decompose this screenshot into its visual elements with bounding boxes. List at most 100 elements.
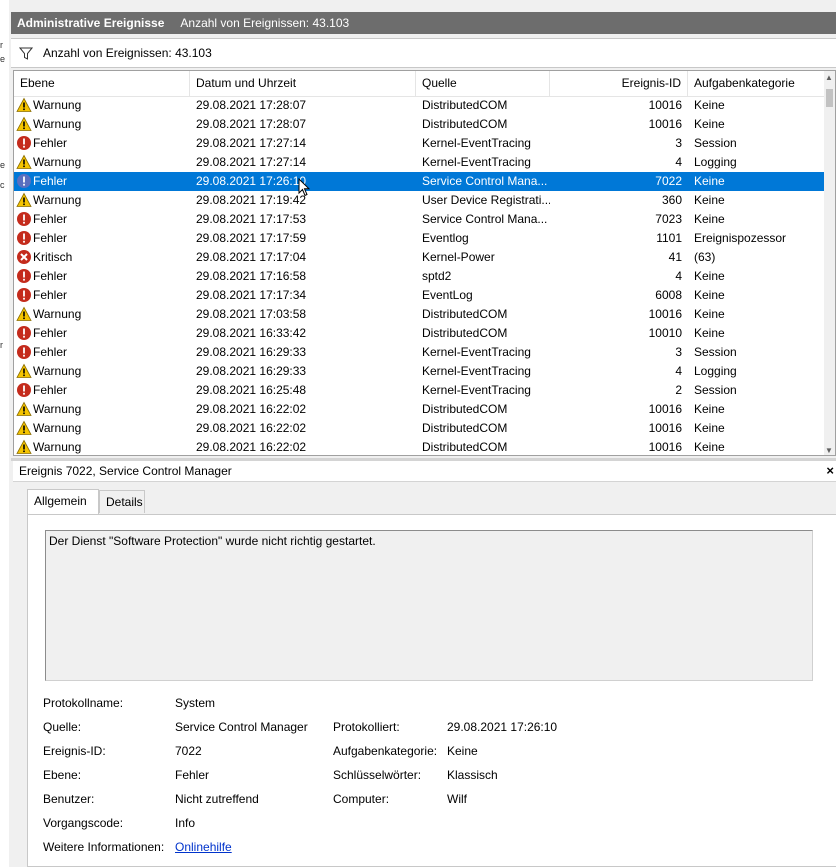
event-row[interactable]: Fehler 29.08.2021 16:29:33 Kernel-EventTra… (14, 343, 826, 362)
event-source: Eventlog (422, 231, 469, 245)
event-row[interactable]: Fehler 29.08.2021 17:17:59 Eventlog 1101 Ere… (14, 229, 826, 248)
event-date: 29.08.2021 16:22:02 (196, 440, 307, 454)
event-id: 7022 (655, 174, 682, 188)
warning-icon (16, 363, 33, 378)
event-level-text: Fehler (33, 269, 68, 283)
warning-icon (16, 116, 33, 131)
event-row[interactable]: Fehler 29.08.2021 16:25:48 Kernel-EventTra… (14, 381, 826, 400)
error-icon (16, 288, 33, 302)
event-source: DistributedCOM (422, 307, 508, 321)
event-id: 4 (675, 155, 682, 169)
tab-allgemein[interactable]: Allgemein (27, 489, 99, 514)
source-label: Quelle: (43, 720, 82, 734)
event-list-scrollbar[interactable]: ▲ ▼ (824, 71, 835, 455)
event-date: 29.08.2021 17:16:58 (196, 269, 307, 283)
event-row[interactable]: Warnung 29.08.2021 17:28:07 DistributedCOM… (14, 115, 826, 134)
scroll-up-icon[interactable]: ▲ (825, 73, 833, 82)
column-header-category[interactable]: Aufgabenkategorie (688, 71, 826, 96)
event-id: 3 (675, 345, 682, 359)
event-row[interactable]: Warnung 29.08.2021 17:27:14 Kernel-EventTr… (14, 153, 826, 172)
event-row[interactable]: Warnung 29.08.2021 16:29:33 Kernel-EventTr… (14, 362, 826, 381)
event-row[interactable]: Fehler 29.08.2021 17:16:58 sptd2 4 Keine (14, 267, 826, 286)
event-level: Fehler (16, 343, 188, 362)
event-row[interactable]: Fehler 29.08.2021 17:17:53 Service Control… (14, 210, 826, 229)
event-level: Fehler (16, 172, 188, 191)
event-date: 29.08.2021 17:28:07 (196, 98, 307, 112)
event-level-text: Fehler (33, 136, 68, 150)
filter-icon[interactable] (19, 47, 33, 60)
event-row[interactable]: Fehler 29.08.2021 17:26:10 Service Control… (14, 172, 826, 191)
warning-icon (16, 439, 33, 454)
event-row[interactable]: Warnung 29.08.2021 17:19:42 User Device Re… (14, 191, 826, 210)
event-level-text: Warnung (33, 98, 82, 112)
event-level-text: Fehler (33, 231, 68, 245)
online-help-link[interactable]: Onlinehilfe (175, 837, 232, 857)
event-category: Keine (694, 212, 725, 226)
warning-icon (16, 306, 33, 321)
event-level-text: Fehler (33, 288, 68, 302)
event-level-text: Fehler (33, 174, 68, 188)
event-row[interactable]: Fehler 29.08.2021 16:33:42 DistributedCOM 1… (14, 324, 826, 343)
event-row[interactable]: Fehler 29.08.2021 17:27:14 Kernel-EventTra… (14, 134, 826, 153)
event-id: 4 (675, 364, 682, 378)
event-level: Fehler (16, 324, 188, 343)
event-level-text: Warnung (33, 307, 82, 321)
event-id: 7023 (655, 212, 682, 226)
close-icon[interactable]: × (826, 461, 834, 481)
event-date: 29.08.2021 16:22:02 (196, 421, 307, 435)
event-row[interactable]: Warnung 29.08.2021 16:22:02 DistributedCOM… (14, 400, 826, 419)
column-header-source[interactable]: Quelle (416, 71, 550, 96)
event-category: Session (694, 136, 737, 150)
event-viewer-pane: Administrative Ereignisse Anzahl von Ere… (9, 0, 836, 867)
event-level-text: Fehler (33, 345, 68, 359)
event-date: 29.08.2021 17:17:04 (196, 250, 307, 264)
event-source: Kernel-EventTracing (422, 383, 531, 397)
event-id: 10016 (648, 402, 682, 416)
event-date: 29.08.2021 17:17:59 (196, 231, 307, 245)
event-source: Service Control Mana... (422, 174, 548, 188)
event-id-value: 7022 (175, 744, 202, 758)
event-level-text: Fehler (33, 212, 68, 226)
event-id-label: Ereignis-ID: (43, 744, 106, 758)
event-level: Fehler (16, 267, 188, 286)
event-id: 10016 (648, 421, 682, 435)
event-row[interactable]: Warnung 29.08.2021 17:28:07 DistributedCOM… (14, 96, 826, 115)
event-level-text: Warnung (33, 440, 82, 454)
log-name-value: System (175, 696, 216, 710)
event-date: 29.08.2021 17:28:07 (196, 117, 307, 131)
event-level-text: Warnung (33, 421, 82, 435)
column-header-event-id[interactable]: Ereignis-ID (550, 71, 688, 96)
column-header-date[interactable]: Datum und Uhrzeit (190, 71, 416, 96)
user-value: Nicht zutreffend (175, 792, 259, 806)
event-row[interactable]: Warnung 29.08.2021 16:22:02 DistributedCOM… (14, 419, 826, 438)
event-row[interactable]: Fehler 29.08.2021 17:17:34 EventLog 6008 Kei… (14, 286, 826, 305)
event-category: Keine (694, 307, 725, 321)
event-category: Logging (694, 155, 737, 169)
scrollbar-thumb[interactable] (826, 89, 833, 107)
tab-details[interactable]: Details (99, 490, 145, 513)
event-source: Service Control Mana... (422, 212, 548, 226)
event-category: Keine (694, 440, 725, 454)
view-title: Administrative Ereignisse (17, 16, 165, 30)
event-source: DistributedCOM (422, 402, 508, 416)
event-date: 29.08.2021 17:17:34 (196, 288, 307, 302)
event-list[interactable]: Ebene Datum und Uhrzeit Quelle Ereignis-… (13, 70, 836, 456)
scroll-down-icon[interactable]: ▼ (825, 446, 833, 455)
event-date: 29.08.2021 17:17:53 (196, 212, 307, 226)
event-row[interactable]: Warnung 29.08.2021 17:03:58 DistributedCOM… (14, 305, 826, 324)
column-header-level[interactable]: Ebene (14, 71, 190, 96)
event-level: Warnung (16, 115, 188, 134)
event-level: Warnung (16, 438, 188, 455)
event-message-box[interactable]: Der Dienst "Software Protection" wurde n… (45, 530, 813, 681)
event-level: Warnung (16, 96, 188, 115)
user-label: Benutzer: (43, 792, 95, 806)
event-level: Fehler (16, 229, 188, 248)
event-row[interactable]: Warnung 29.08.2021 16:22:02 DistributedCOM… (14, 438, 826, 455)
event-date: 29.08.2021 16:29:33 (196, 345, 307, 359)
event-row[interactable]: Kritisch 29.08.2021 17:17:04 Kernel-Power 4… (14, 248, 826, 267)
computer-label: Computer: (333, 792, 390, 806)
error-icon (16, 345, 33, 359)
event-level-text: Warnung (33, 155, 82, 169)
event-category: Ereignispozessor (694, 231, 787, 245)
task-category-value: Keine (447, 744, 478, 758)
